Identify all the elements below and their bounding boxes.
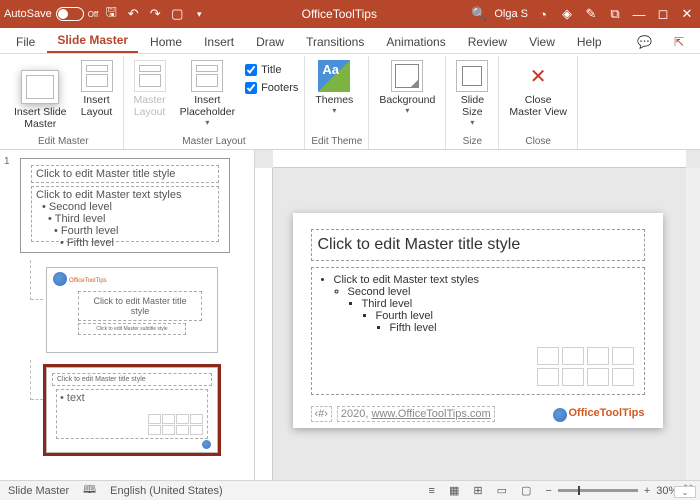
- draw-icon[interactable]: ✎: [582, 5, 600, 23]
- slide-size-icon: [456, 60, 488, 92]
- accessibility-icon[interactable]: 🕮: [83, 481, 96, 500]
- document-title: OfficeToolTips: [208, 7, 470, 21]
- vertical-ruler[interactable]: [255, 168, 273, 480]
- themes-icon: [318, 60, 350, 92]
- close-icon: [522, 60, 554, 92]
- tab-insert[interactable]: Insert: [194, 31, 244, 53]
- zoom-control[interactable]: − + 30% ⛶: [545, 484, 692, 497]
- content-type-icons[interactable]: [537, 347, 634, 386]
- window-icon[interactable]: ⧉: [606, 5, 624, 23]
- slide-canvas[interactable]: Click to edit Master title style Click t…: [293, 213, 663, 428]
- connector-line: [30, 360, 42, 400]
- slide-editor[interactable]: Click to edit Master title style Click t…: [255, 150, 700, 480]
- tab-transitions[interactable]: Transitions: [296, 31, 374, 53]
- slide-size-button[interactable]: Slide Size: [452, 58, 492, 129]
- layout-thumbnail-2[interactable]: Click to edit Master title style • text: [46, 367, 218, 453]
- user-avatar-icon[interactable]: ◔: [534, 5, 552, 23]
- background-button[interactable]: Background: [375, 58, 439, 117]
- footers-checkbox[interactable]: Footers: [245, 82, 298, 94]
- slideshow-icon[interactable]: ▢: [168, 5, 186, 23]
- normal-view-icon[interactable]: ▦: [449, 484, 459, 497]
- status-mode[interactable]: Slide Master: [8, 485, 69, 497]
- group-master-layout: Master Layout: [130, 134, 299, 149]
- master-thumbnail[interactable]: Click to edit Master title style Click t…: [20, 158, 230, 253]
- tab-view[interactable]: View: [519, 31, 565, 53]
- tab-file[interactable]: File: [6, 31, 45, 53]
- minimize-icon[interactable]: —: [630, 5, 648, 23]
- zoom-out-icon[interactable]: −: [545, 485, 551, 497]
- master-number: 1: [4, 156, 10, 167]
- themes-button[interactable]: Themes: [311, 58, 357, 117]
- qat-dropdown-icon[interactable]: ▾: [190, 5, 208, 23]
- tab-review[interactable]: Review: [458, 31, 517, 53]
- user-name[interactable]: Olga S: [494, 8, 528, 20]
- layout-icon: [81, 60, 113, 92]
- autosave-label: AutoSave: [4, 8, 52, 20]
- tab-draw[interactable]: Draw: [246, 31, 294, 53]
- collapse-ribbon-button[interactable]: ⌄: [674, 486, 696, 498]
- background-icon: [391, 60, 423, 92]
- notes-button[interactable]: ≡: [429, 485, 435, 497]
- layout-thumbnail-1[interactable]: OfficeToolTips Click to edit Master titl…: [46, 267, 218, 353]
- thumb-logo-icon: [202, 438, 213, 450]
- reading-view-icon[interactable]: ▭: [497, 484, 507, 497]
- slideshow-view-icon[interactable]: ▢: [521, 484, 531, 497]
- undo-icon[interactable]: ↶: [124, 5, 142, 23]
- master-layout-button: Master Layout: [130, 58, 170, 120]
- search-icon[interactable]: 🔍: [470, 5, 488, 23]
- insert-slide-master-button[interactable]: Insert Slide Master: [10, 58, 71, 132]
- body-placeholder[interactable]: Click to edit Master text styles Second …: [311, 267, 645, 395]
- ribbon: Insert Slide Master Insert Layout Edit M…: [0, 54, 700, 150]
- autosave-toggle[interactable]: AutoSave Off: [4, 7, 98, 21]
- content-icons: [148, 414, 203, 435]
- restore-icon[interactable]: ◻: [654, 5, 672, 23]
- horizontal-ruler[interactable]: [273, 150, 686, 168]
- placeholder-icon: [191, 60, 223, 92]
- redo-icon[interactable]: ↷: [146, 5, 164, 23]
- title-bar: AutoSave Off 🖫 ↶ ↷ ▢ ▾ OfficeToolTips 🔍 …: [0, 0, 700, 28]
- diamond-icon[interactable]: ◈: [558, 5, 576, 23]
- title-checkbox[interactable]: Title: [245, 64, 298, 76]
- tab-home[interactable]: Home: [140, 31, 192, 53]
- tab-animations[interactable]: Animations: [376, 31, 455, 53]
- group-size: Size: [452, 134, 492, 149]
- thumbnail-panel[interactable]: 1 Click to edit Master title style Click…: [0, 150, 255, 480]
- autosave-state: Off: [88, 10, 99, 19]
- slide-master-icon: [21, 70, 59, 104]
- group-edit-master: Edit Master: [10, 134, 117, 149]
- close-window-icon[interactable]: ✕: [678, 5, 696, 23]
- logo-placeholder[interactable]: OfficeToolTips: [553, 407, 645, 421]
- save-icon[interactable]: 🖫: [102, 5, 120, 23]
- group-background: [375, 134, 439, 149]
- title-placeholder[interactable]: Click to edit Master title style: [311, 229, 645, 261]
- vertical-scrollbar[interactable]: [686, 168, 700, 480]
- share-icon[interactable]: ⇱: [664, 31, 694, 53]
- comments-icon[interactable]: 💬: [627, 31, 662, 53]
- tab-help[interactable]: Help: [567, 31, 612, 53]
- zoom-in-icon[interactable]: +: [644, 485, 650, 497]
- close-master-view-button[interactable]: Close Master View: [505, 58, 571, 120]
- sorter-view-icon[interactable]: ⊞: [473, 484, 482, 497]
- footer-placeholder[interactable]: ‹#› 2020, www.OfficeToolTips.com: [311, 406, 498, 422]
- status-bar: Slide Master 🕮 English (United States) ≡…: [0, 480, 700, 500]
- thumb-logo-icon: OfficeToolTips: [53, 272, 107, 286]
- group-edit-theme: Edit Theme: [311, 134, 362, 149]
- connector-line: [30, 260, 42, 300]
- group-close: Close: [505, 134, 571, 149]
- insert-placeholder-button[interactable]: Insert Placeholder: [176, 58, 239, 129]
- master-layout-icon: [134, 60, 166, 92]
- ribbon-tabs: File Slide Master Home Insert Draw Trans…: [0, 28, 700, 54]
- tab-slide-master[interactable]: Slide Master: [47, 29, 138, 53]
- toggle-switch[interactable]: [56, 7, 84, 21]
- workspace: 1 Click to edit Master title style Click…: [0, 150, 700, 480]
- insert-layout-button[interactable]: Insert Layout: [77, 58, 117, 120]
- zoom-slider[interactable]: [558, 489, 638, 492]
- status-language[interactable]: English (United States): [110, 485, 223, 497]
